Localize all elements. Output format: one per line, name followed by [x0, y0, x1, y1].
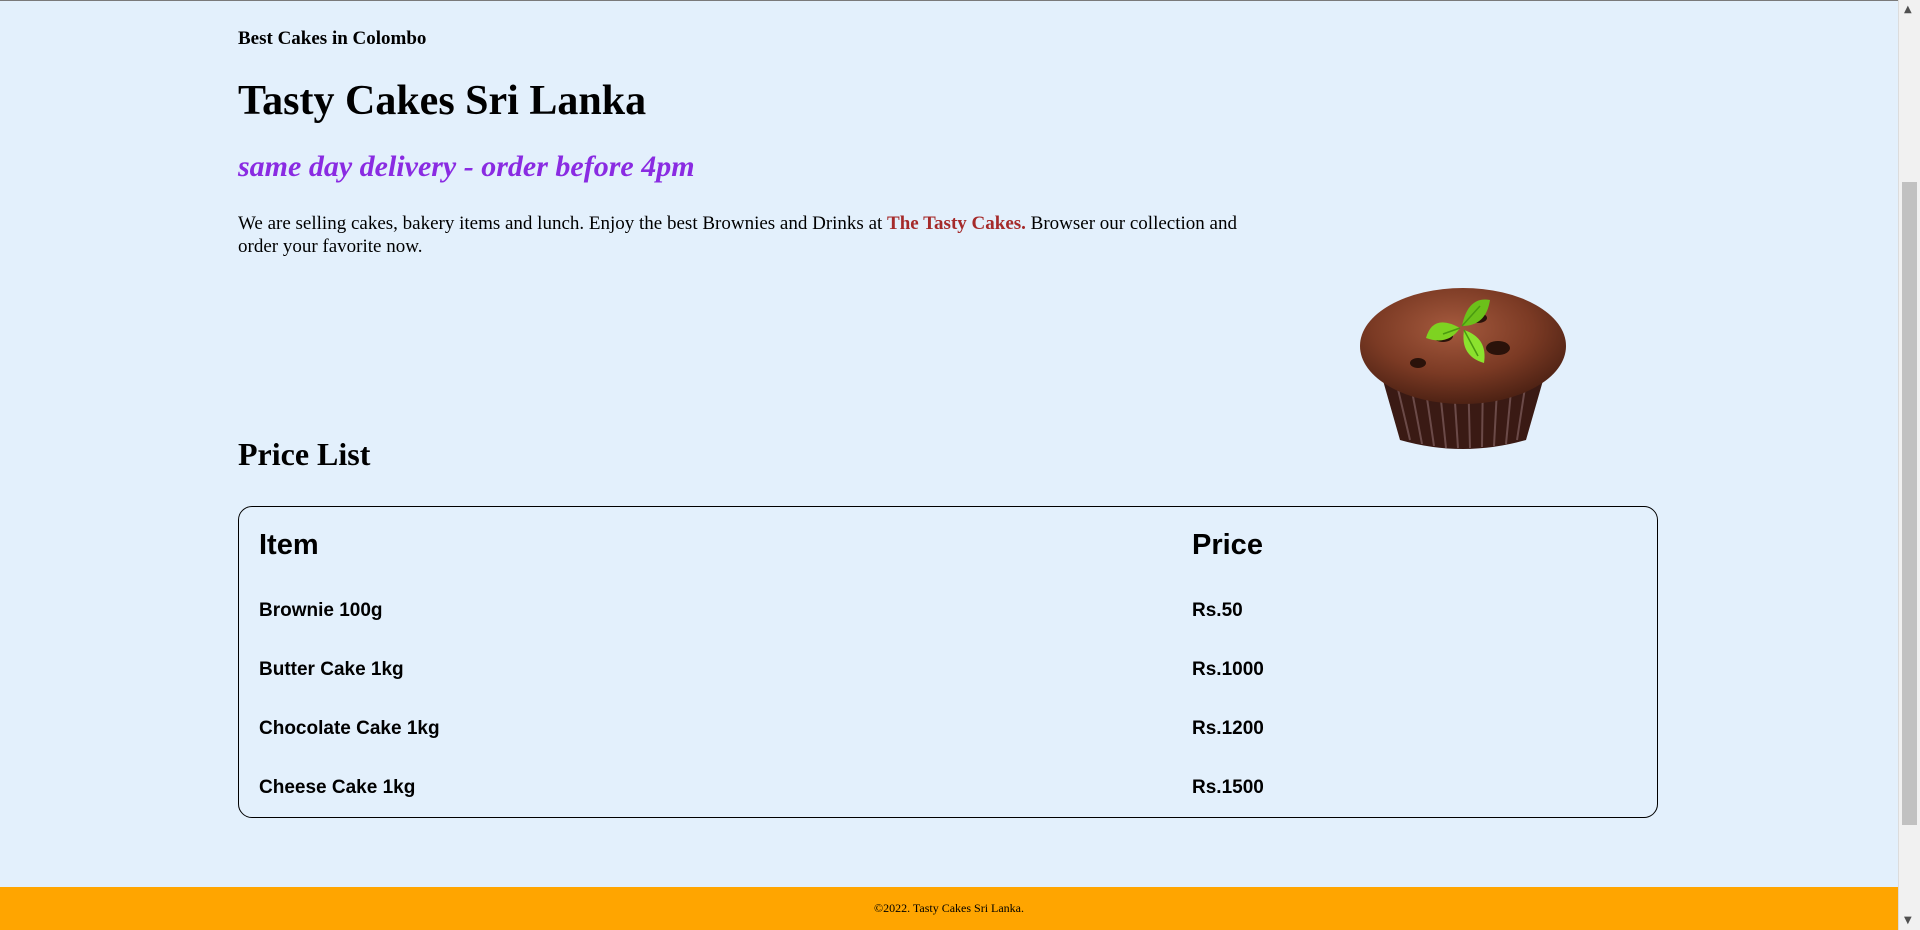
eyebrow-heading: Best Cakes in Colombo [238, 28, 427, 49]
item-price: Rs.1000 [1192, 659, 1264, 680]
item-name: Chocolate Cake 1kg [259, 718, 440, 739]
muffin-image [1360, 288, 1566, 449]
column-header-item: Item [259, 529, 319, 561]
intro-paragraph: We are selling cakes, bakery items and l… [238, 212, 1268, 258]
intro-text-start: We are selling cakes, bakery items and l… [238, 213, 888, 234]
scroll-down-arrow-icon[interactable]: ▼ [1904, 915, 1912, 926]
item-price: Rs.50 [1192, 600, 1243, 621]
price-table: Item Price Brownie 100g Rs.50 Butter Cak… [238, 506, 1658, 818]
price-list-heading: Price List [238, 436, 371, 472]
item-name: Cheese Cake 1kg [259, 777, 416, 798]
vertical-scrollbar[interactable]: ▲ ▼ [1898, 0, 1920, 930]
scroll-up-arrow-icon[interactable]: ▲ [1904, 4, 1912, 15]
window-top-border [0, 0, 1898, 1]
delivery-tagline: same day delivery - order before 4pm [238, 150, 695, 183]
item-name: Butter Cake 1kg [259, 659, 404, 680]
copyright-text: ©2022. Tasty Cakes Sri Lanka. [873, 901, 1025, 915]
column-header-price: Price [1192, 529, 1263, 561]
page-title: Tasty Cakes Sri Lanka [238, 78, 647, 124]
item-price: Rs.1500 [1192, 777, 1264, 798]
scrollbar-thumb[interactable] [1902, 182, 1917, 825]
page-footer: ©2022. Tasty Cakes Sri Lanka. [0, 887, 1898, 930]
item-name: Brownie 100g [259, 600, 383, 621]
item-price: Rs.1200 [1192, 718, 1264, 739]
brand-name: The Tasty Cakes. [887, 213, 1026, 234]
